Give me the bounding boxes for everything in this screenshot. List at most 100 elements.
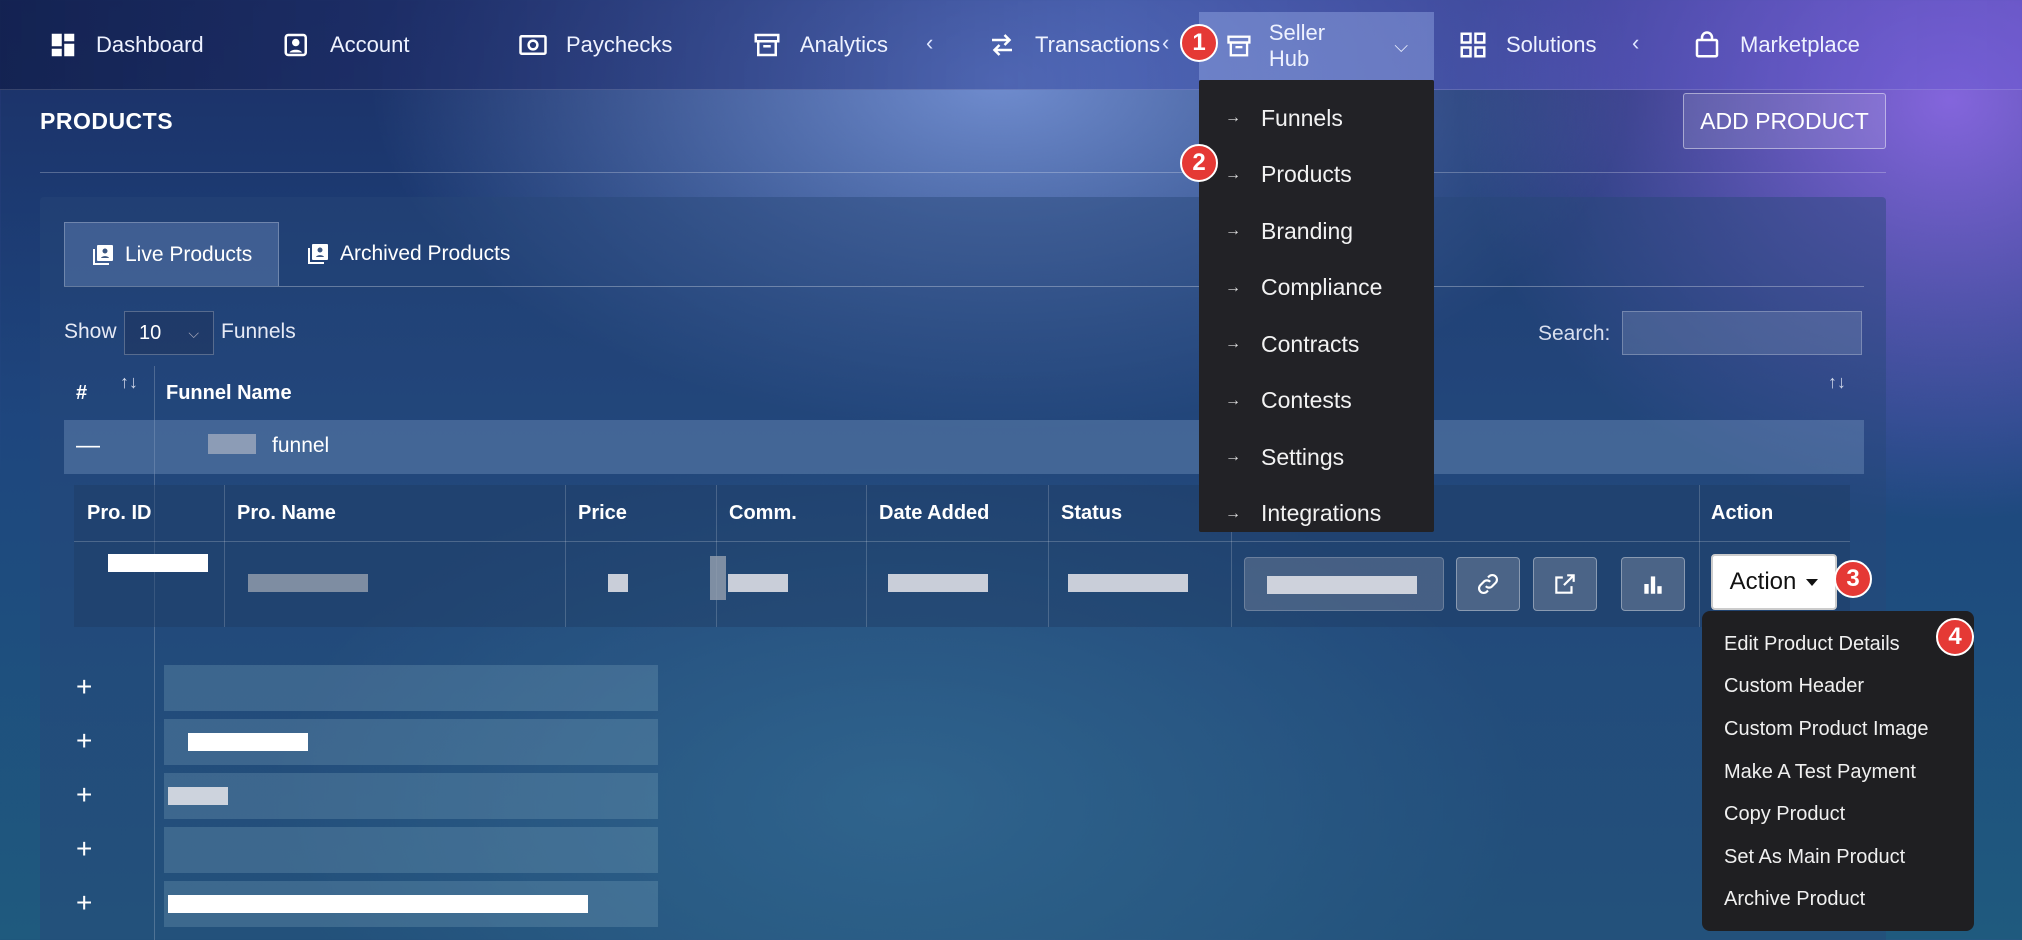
menu-item-make-test-payment[interactable]: Make A Test Payment: [1702, 751, 1974, 794]
expand-icon[interactable]: +: [76, 779, 92, 811]
caret-down-icon: [1806, 578, 1819, 586]
chevron-left-icon[interactable]: ‹: [1162, 30, 1169, 56]
table-row[interactable]: +: [64, 827, 1664, 873]
nav-paychecks[interactable]: Paychecks: [518, 0, 672, 90]
expand-icon[interactable]: +: [76, 887, 92, 919]
expand-icon[interactable]: +: [76, 725, 92, 757]
sort-icon[interactable]: ↑↓: [120, 372, 138, 393]
column-header-funnel-name[interactable]: Funnel Name: [166, 366, 292, 420]
expand-icon[interactable]: +: [76, 833, 92, 865]
collapse-icon[interactable]: —: [76, 432, 100, 460]
copy-link-button[interactable]: [1456, 557, 1520, 611]
menu-label: Contracts: [1261, 330, 1360, 357]
nav-label: Dashboard: [96, 32, 204, 57]
redacted-text: [164, 773, 658, 819]
menu-item-compliance[interactable]: → Compliance: [1199, 260, 1434, 317]
paychecks-icon: [519, 35, 547, 55]
menu-item-funnels[interactable]: → Funnels: [1199, 90, 1434, 147]
chevron-left-icon[interactable]: ‹: [926, 30, 933, 56]
redacted-text: [168, 787, 228, 805]
menu-label: Settings: [1261, 443, 1345, 470]
bar-chart-icon: [1644, 576, 1662, 594]
arrow-right-icon: →: [1225, 222, 1241, 240]
divider: [224, 485, 225, 627]
add-product-button[interactable]: ADD PRODUCT: [1683, 93, 1886, 149]
sort-icon[interactable]: ↑↓: [1828, 372, 1846, 393]
nav-solutions[interactable]: Solutions: [1458, 0, 1597, 90]
redacted-text: [1068, 574, 1188, 592]
tab-label: Live Products: [125, 242, 253, 266]
menu-item-contests[interactable]: → Contests: [1199, 373, 1434, 430]
nav-analytics[interactable]: Analytics: [752, 0, 888, 90]
step-marker: 4: [1936, 618, 1974, 656]
column-header-number[interactable]: #: [76, 366, 87, 420]
menu-label: Products: [1261, 161, 1352, 188]
arrow-right-icon: →: [1225, 448, 1241, 466]
show-label: Show: [64, 320, 117, 343]
menu-item-products[interactable]: → Products: [1199, 147, 1434, 204]
dashboard-icon: [51, 33, 75, 57]
search-input[interactable]: [1622, 311, 1862, 355]
menu-item-copy-product[interactable]: Copy Product: [1702, 793, 1974, 836]
menu-label: Branding: [1261, 217, 1354, 244]
menu-item-edit-product-details[interactable]: Edit Product Details: [1702, 623, 1974, 666]
library-icon: [93, 244, 113, 265]
redacted-text: [168, 895, 588, 913]
table-row[interactable]: +: [64, 665, 1664, 711]
nav-account[interactable]: Account: [282, 0, 410, 90]
subcolumn-header: Pro. ID: [87, 501, 152, 524]
redacted-text: [608, 574, 628, 592]
divider: [565, 485, 566, 627]
menu-item-archive-product[interactable]: Archive Product: [1702, 879, 1974, 922]
table-row[interactable]: +: [64, 881, 1664, 927]
nav-dashboard[interactable]: Dashboard: [48, 0, 204, 90]
menu-item-custom-header[interactable]: Custom Header: [1702, 666, 1974, 709]
tab-archived-products[interactable]: Archived Products: [280, 222, 536, 286]
redacted-text: [164, 827, 658, 873]
table-row[interactable]: +: [64, 719, 1664, 765]
menu-item-set-main-product[interactable]: Set As Main Product: [1702, 836, 1974, 879]
nav-label: Paychecks: [566, 32, 673, 57]
arrow-right-icon: →: [1225, 391, 1241, 409]
chevron-down-icon: ⌵: [1394, 35, 1408, 56]
analytics-button[interactable]: [1621, 557, 1685, 611]
archive-icon: [754, 33, 780, 57]
divider: [74, 541, 1850, 542]
divider: [40, 172, 1886, 173]
nav-transactions[interactable]: Transactions: [987, 0, 1160, 90]
redacted-text: [188, 733, 308, 751]
nav-marketplace[interactable]: Marketplace: [1692, 0, 1860, 90]
nav-label: Marketplace: [1740, 32, 1860, 57]
account-icon: [284, 33, 307, 57]
funnels-label: Funnels: [221, 320, 296, 343]
open-external-button[interactable]: [1533, 557, 1597, 611]
library-icon: [308, 244, 328, 264]
menu-item-settings[interactable]: → Settings: [1199, 429, 1434, 486]
redacted-text: [1267, 576, 1417, 594]
redacted-text: [248, 574, 368, 592]
chevron-down-icon: ⌵: [188, 324, 199, 341]
page-size-select[interactable]: 10 ⌵: [124, 311, 214, 355]
expand-icon[interactable]: +: [76, 671, 92, 703]
menu-label: Integrations: [1261, 500, 1382, 527]
subcolumn-header: Action: [1711, 501, 1774, 524]
tab-live-products[interactable]: Live Products: [64, 222, 280, 286]
top-navigation: Dashboard Account Paychecks Analytics ‹ …: [0, 0, 2022, 90]
nav-label: Analytics: [800, 32, 889, 57]
subcolumn-header: Pro. Name: [237, 501, 336, 524]
action-dropdown-button[interactable]: Action: [1711, 554, 1837, 610]
menu-item-custom-product-image[interactable]: Custom Product Image: [1702, 708, 1974, 751]
nav-label: Transactions: [1035, 32, 1161, 57]
link-icon: [1478, 574, 1498, 594]
nav-seller-hub[interactable]: Seller Hub ⌵: [1199, 12, 1434, 80]
chevron-left-icon[interactable]: ‹: [1632, 30, 1639, 56]
subcolumn-header: Comm.: [729, 501, 797, 524]
menu-item-branding[interactable]: → Branding: [1199, 203, 1434, 260]
table-row[interactable]: +: [64, 773, 1664, 819]
product-url-field[interactable]: [1244, 557, 1444, 611]
redacted-text: [728, 574, 788, 592]
redacted-text: [164, 665, 658, 711]
table-row-expanded[interactable]: — funnel: [64, 420, 1864, 474]
menu-item-integrations[interactable]: → Integrations: [1199, 486, 1434, 543]
menu-item-contracts[interactable]: → Contracts: [1199, 316, 1434, 373]
